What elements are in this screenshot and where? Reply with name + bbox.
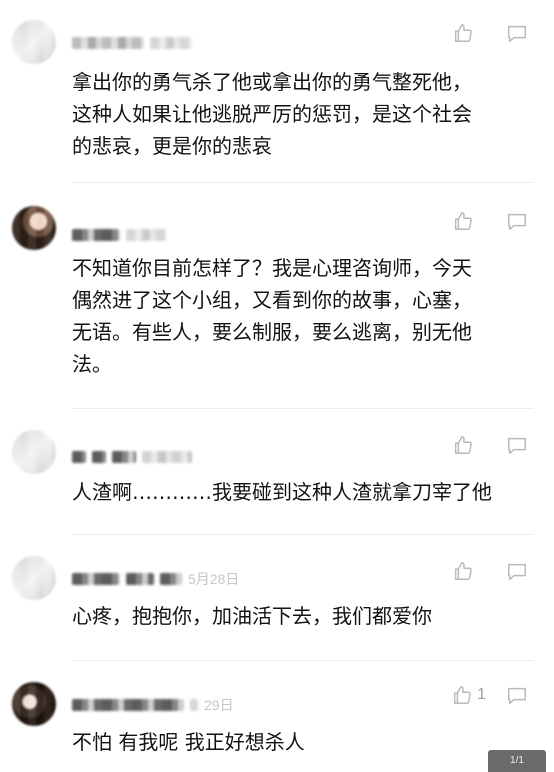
user-meta — [72, 36, 198, 50]
comment-bubble-icon[interactable] — [506, 210, 528, 232]
like-button[interactable] — [452, 434, 486, 456]
comment-text: 不知道你目前怎样了？我是心理咨询师，今天 偶然进了这个小组，又看到你的故事，心塞… — [72, 256, 472, 376]
avatar[interactable] — [12, 20, 56, 64]
thumbs-up-icon — [452, 22, 474, 44]
blurred-username[interactable] — [72, 451, 86, 463]
page-indicator[interactable]: 1/1 — [488, 750, 546, 772]
divider — [72, 534, 534, 535]
comment-text: 拿出你的勇气杀了他或拿出你的勇气整死他， 这种人如果让他逃脱严厉的惩罚，是这个社… — [72, 70, 472, 158]
comment-actions — [452, 434, 528, 456]
like-button[interactable] — [452, 22, 486, 44]
blurred-username-extra — [126, 573, 154, 585]
blurred-username-extra — [126, 229, 166, 241]
thumbs-up-icon — [452, 210, 474, 232]
avatar[interactable] — [12, 682, 56, 726]
user-meta: 5月28日 — [72, 572, 239, 586]
comment-date: 29日 — [204, 697, 234, 713]
blurred-username[interactable] — [72, 37, 144, 49]
blurred-username-extra — [160, 573, 182, 585]
comment-actions — [452, 210, 528, 232]
comment-actions — [452, 560, 528, 582]
like-button[interactable]: 1 — [451, 684, 486, 706]
blurred-username-extra — [112, 451, 136, 463]
blurred-username-extra — [92, 451, 106, 463]
thumbs-up-icon — [452, 560, 474, 582]
blurred-username-extra — [150, 37, 192, 49]
like-count: 1 — [477, 686, 486, 703]
comment-text: 人渣啊…………我要碰到这种人渣就拿刀宰了他 — [72, 480, 492, 504]
blurred-username[interactable] — [72, 573, 120, 585]
user-meta — [72, 228, 172, 242]
comment-text: 不怕 有我呢 我正好想杀人 — [72, 730, 305, 754]
comment-text: 心疼，抱抱你，加油活下去，我们都爱你 — [72, 604, 432, 628]
user-meta: 29日 — [72, 698, 234, 712]
comment-list: 拿出你的勇气杀了他或拿出你的勇气整死他， 这种人如果让他逃脱严厉的惩罚，是这个社… — [0, 0, 554, 772]
blurred-username-extra — [190, 699, 198, 711]
like-button[interactable] — [452, 210, 486, 232]
avatar[interactable] — [12, 556, 56, 600]
blurred-username[interactable] — [72, 699, 184, 711]
avatar[interactable] — [12, 430, 56, 474]
comment-actions — [452, 22, 528, 44]
divider — [72, 408, 534, 409]
thumbs-up-icon — [451, 684, 473, 706]
comment-bubble-icon[interactable] — [506, 560, 528, 582]
thumbs-up-icon — [452, 434, 474, 456]
like-button[interactable] — [452, 560, 486, 582]
divider — [72, 182, 534, 183]
comment-bubble-icon[interactable] — [506, 22, 528, 44]
avatar[interactable] — [12, 206, 56, 250]
user-meta — [72, 450, 198, 464]
comment-bubble-icon[interactable] — [506, 434, 528, 456]
comment-bubble-icon[interactable] — [506, 684, 528, 706]
blurred-username-extra — [142, 451, 192, 463]
comment-actions: 1 — [451, 684, 528, 706]
divider — [72, 660, 534, 661]
comment-date: 5月28日 — [188, 571, 240, 587]
blurred-username[interactable] — [72, 229, 120, 241]
